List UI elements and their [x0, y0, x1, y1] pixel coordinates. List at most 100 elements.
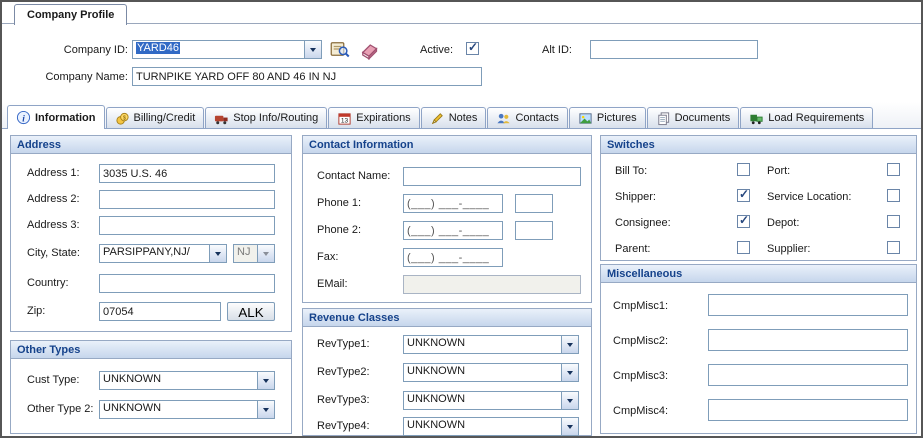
routing-icon [214, 111, 229, 126]
revtype2-combo[interactable]: UNKNOWN [403, 363, 579, 382]
supplier-checkbox[interactable] [887, 241, 900, 254]
other-type2-combo-value: UNKNOWN [100, 401, 257, 418]
service-location-checkbox[interactable] [887, 189, 900, 202]
depot-checkbox[interactable] [887, 215, 900, 228]
tab-information[interactable]: i Information [7, 105, 105, 129]
bill-to-checkbox[interactable] [737, 163, 750, 176]
zip-input[interactable] [99, 302, 221, 321]
tab-label: Contacts [515, 112, 558, 124]
fax-mask-input[interactable] [403, 248, 503, 267]
address-group-title: Address [17, 139, 61, 151]
revenue-classes-group: Revenue Classes RevType1: UNKNOWN RevTyp… [302, 308, 592, 436]
tab-load-requirements[interactable]: Load Requirements [740, 107, 873, 128]
tab-stop-info-routing[interactable]: Stop Info/Routing [205, 107, 327, 128]
notes-icon [430, 111, 445, 126]
revtype2-label: RevType2: [317, 366, 370, 378]
email-input[interactable] [403, 275, 581, 294]
window-tab-company-profile[interactable]: Company Profile [14, 4, 127, 25]
chevron-down-icon[interactable] [257, 245, 274, 262]
chevron-down-icon[interactable] [561, 364, 578, 381]
cmpmisc4-input[interactable] [708, 399, 908, 421]
load-requirements-icon [749, 111, 764, 126]
company-name-input[interactable] [132, 67, 482, 86]
shipper-label: Shipper: [615, 191, 656, 203]
revenue-classes-group-header: Revenue Classes [303, 309, 591, 327]
country-input[interactable] [99, 274, 275, 293]
book-search-icon[interactable] [330, 39, 350, 59]
tab-billing-credit[interactable]: $ Billing/Credit [106, 107, 205, 128]
tab-notes[interactable]: Notes [421, 107, 487, 128]
service-location-label: Service Location: [767, 191, 851, 203]
alk-button[interactable]: ALK [227, 302, 275, 321]
port-checkbox[interactable] [887, 163, 900, 176]
tab-pictures[interactable]: Pictures [569, 107, 646, 128]
tab-documents[interactable]: Documents [647, 107, 740, 128]
phone1-ext-input[interactable] [515, 194, 553, 213]
revtype1-combo[interactable]: UNKNOWN [403, 335, 579, 354]
revtype3-label: RevType3: [317, 394, 370, 406]
alt-id-input[interactable] [590, 40, 758, 59]
cmpmisc2-input[interactable] [708, 329, 908, 351]
cmpmisc1-label: CmpMisc1: [613, 300, 668, 312]
tab-strip: i Information $ Billing/Credit Stop Info… [2, 102, 921, 129]
cust-type-combo-value: UNKNOWN [100, 372, 257, 389]
contact-name-input[interactable] [403, 167, 581, 186]
revtype4-combo-value: UNKNOWN [404, 418, 561, 435]
address1-input[interactable] [99, 164, 275, 183]
shipper-checkbox[interactable] [737, 189, 750, 202]
other-types-group-header: Other Types [11, 341, 291, 359]
address2-label: Address 2: [27, 193, 80, 205]
state-combo-value: NJ [234, 245, 257, 262]
tab-label: Documents [675, 112, 731, 124]
address3-input[interactable] [99, 216, 275, 235]
window-tab-label: Company Profile [27, 9, 114, 21]
revtype1-combo-value: UNKNOWN [404, 336, 561, 353]
tab-label: Stop Info/Routing [233, 112, 318, 124]
address-group: Address Address 1: Address 2: Address 3:… [10, 135, 292, 332]
chevron-down-icon[interactable] [561, 392, 578, 409]
eraser-icon[interactable] [359, 40, 379, 60]
revtype4-combo[interactable]: UNKNOWN [403, 417, 579, 436]
contact-information-group-header: Contact Information [303, 136, 591, 154]
phone2-ext-input[interactable] [515, 221, 553, 240]
chevron-down-icon[interactable] [209, 245, 226, 262]
consignee-checkbox[interactable] [737, 215, 750, 228]
chevron-down-icon[interactable] [561, 418, 578, 435]
other-types-group: Other Types Cust Type: UNKNOWN Other Typ… [10, 340, 292, 434]
revtype1-label: RevType1: [317, 338, 370, 350]
tab-expirations[interactable]: 13 Expirations [328, 107, 419, 128]
state-combo[interactable]: NJ [233, 244, 275, 263]
miscellaneous-group-title: Miscellaneous [607, 268, 682, 280]
other-type2-label: Other Type 2: [27, 403, 93, 415]
phone1-label: Phone 1: [317, 197, 361, 209]
company-id-selected-text: YARD46 [136, 42, 180, 54]
phone2-mask-input[interactable] [403, 221, 503, 240]
chevron-down-icon[interactable] [304, 41, 321, 58]
address3-label: Address 3: [27, 219, 80, 231]
tab-label: Information [35, 112, 96, 124]
chevron-down-icon[interactable] [257, 401, 274, 418]
phone2-label: Phone 2: [317, 224, 361, 236]
documents-icon [656, 111, 671, 126]
city-combo-value: PARSIPPANY,NJ/ [100, 245, 209, 262]
cust-type-combo[interactable]: UNKNOWN [99, 371, 275, 390]
chevron-down-icon[interactable] [257, 372, 274, 389]
company-id-combo[interactable]: YARD46 [132, 40, 322, 59]
revtype2-combo-value: UNKNOWN [404, 364, 561, 381]
active-checkbox[interactable] [466, 42, 479, 55]
parent-checkbox[interactable] [737, 241, 750, 254]
phone1-mask-input[interactable] [403, 194, 503, 213]
zip-label: Zip: [27, 305, 45, 317]
switches-group: Switches Bill To: Port: Shipper: Service… [600, 135, 917, 261]
address2-input[interactable] [99, 190, 275, 209]
tab-contacts[interactable]: Contacts [487, 107, 567, 128]
tab-label: Expirations [356, 112, 410, 124]
top-separator [2, 23, 921, 24]
city-combo[interactable]: PARSIPPANY,NJ/ [99, 244, 227, 263]
revtype3-combo[interactable]: UNKNOWN [403, 391, 579, 410]
cmpmisc1-input[interactable] [708, 294, 908, 316]
parent-label: Parent: [615, 243, 650, 255]
chevron-down-icon[interactable] [561, 336, 578, 353]
other-type2-combo[interactable]: UNKNOWN [99, 400, 275, 419]
cmpmisc3-input[interactable] [708, 364, 908, 386]
